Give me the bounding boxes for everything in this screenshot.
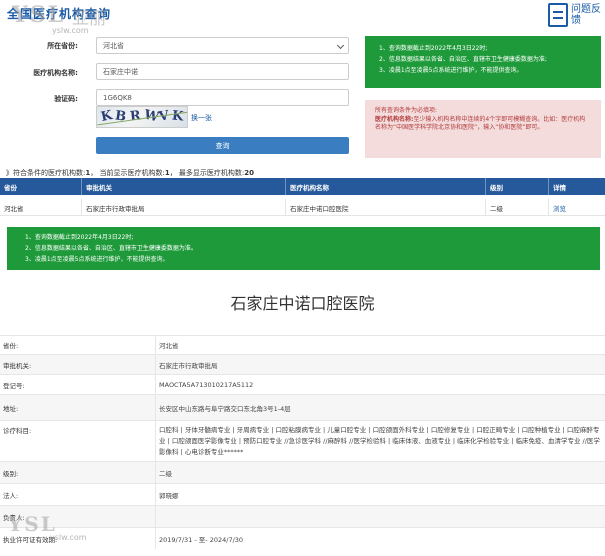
watermark-url: yslw.com	[52, 26, 89, 35]
notice-required-line1: 所有查询条件为必填项:	[375, 107, 438, 114]
chevron-down-icon	[336, 41, 345, 50]
captcha-image[interactable]: K B R W V K	[96, 106, 188, 128]
detail-row-principal: 负责人:	[0, 505, 605, 527]
org-name-label: 医疗机构名称:	[33, 69, 78, 77]
province-select[interactable]: 河北省	[96, 37, 349, 54]
notice-top: 1、查询数据截止到2022年4月3日22时; 2、信息数据结果以各省、自治区、直…	[365, 36, 601, 88]
captcha-input[interactable]: 1G6QK8	[96, 89, 349, 106]
notice-bottom-line: 3、凌晨1点至凌晨5点系统进行维护，不能提供查询。	[25, 256, 169, 263]
detail-label: 省份:	[3, 342, 19, 350]
org-name-input-value: 石家庄中诺	[103, 67, 138, 76]
notice-required: 所有查询条件为必填项: 医疗机构名称:至少输入机构名称中连续的4个字即可模糊查询…	[365, 100, 601, 158]
table-row: 河北省 石家庄市行政审批局 石家庄中诺口腔医院 二级 浏览	[0, 199, 605, 216]
detail-value: 长安区中山东路与阜宁路交口东北角3号1-4层	[155, 395, 603, 420]
feedback-button[interactable]: 问题反馈	[548, 2, 603, 28]
cell-detail: 浏览	[548, 199, 605, 216]
detail-value: 二级	[155, 462, 603, 483]
summary-current-label: ， 当前显示医疗机构数:	[90, 169, 165, 177]
detail-label: 法人:	[3, 491, 19, 500]
notice-bottom: 1、查询数据截止到2022年4月3日22时; 2、信息数据结果以各省、自治区、直…	[7, 227, 600, 270]
detail-row-address: 地址: 长安区中山东路与阜宁路交口东北角3号1-4层	[0, 394, 605, 420]
cell-authority: 石家庄市行政审批局	[81, 199, 285, 216]
watermark-url-bottom: yslw.com	[50, 533, 87, 542]
col-header-detail: 详情	[548, 178, 605, 195]
detail-value: 口腔科 | 牙体牙髓病专业 | 牙周病专业 | 口腔粘膜病专业 | 儿童口腔专业…	[155, 421, 603, 461]
watermark-logo: YSL	[12, 2, 66, 28]
notice-bottom-line: 2、信息数据结果以各省、自治区、直辖市卫生健康委数据为准。	[25, 245, 197, 252]
feedback-label: 问题反馈	[571, 4, 601, 26]
notice-required-line2: 医疗机构名称:至少输入机构名称中连续的4个字即可模糊查询。比如：医疗机构名称为“…	[375, 116, 591, 133]
detail-row-authority: 审批机关: 石家庄市行政审批局	[0, 354, 605, 374]
detail-row-departments: 诊疗科目: 口腔科 | 牙体牙髓病专业 | 牙周病专业 | 口腔粘膜病专业 | …	[0, 420, 605, 461]
summary-prefix: 》符合条件的医疗机构数:	[6, 169, 86, 177]
cell-province: 河北省	[4, 204, 24, 213]
col-header-name: 医疗机构名称	[285, 178, 485, 195]
detail-label: 审批机关:	[3, 361, 32, 370]
detail-row-reg-no: 登记号: MAOCTA5A713010217A5112	[0, 374, 605, 394]
detail-label: 登记号:	[3, 381, 25, 390]
table-header: 省份 审批机关 医疗机构名称 级别 详情	[0, 178, 605, 195]
province-label: 所在省份:	[47, 42, 78, 50]
detail-row-license-validity: 执业许可证有效期: 2019/7/31 - 至- 2024/7/30	[0, 527, 605, 549]
result-summary: 》符合条件的医疗机构数:1， 当前显示医疗机构数:1， 最多显示医疗机构数:20	[6, 168, 254, 178]
detail-row-level: 级别: 二级	[0, 461, 605, 483]
detail-value: 河北省	[155, 336, 603, 354]
detail-value: 郭晓娜	[155, 484, 603, 505]
detail-label: 诊疗科目:	[3, 427, 32, 435]
detail-value: MAOCTA5A713010217A5112	[155, 375, 603, 394]
col-header-authority: 审批机关	[81, 178, 285, 195]
detail-row-province: 省份: 河北省	[0, 335, 605, 354]
summary-max-count: 20	[244, 169, 255, 177]
notice-top-line: 2、信息数据结果以各省、自治区、直辖市卫生健康委数据为准;	[379, 56, 547, 63]
detail-label: 级别:	[3, 469, 19, 478]
detail-label: 地址:	[3, 404, 19, 413]
captcha-input-value: 1G6QK8	[103, 93, 132, 102]
detail-row-legal-person: 法人: 郭晓娜	[0, 483, 605, 505]
browse-link[interactable]: 浏览	[553, 203, 566, 213]
cell-name: 石家庄中诺口腔医院	[285, 199, 485, 216]
notice-top-line: 1、查询数据截止到2022年4月3日22时;	[379, 45, 488, 52]
summary-max-label: ， 最多显示医疗机构数:	[169, 169, 245, 177]
refresh-captcha-link[interactable]: 换一张	[191, 113, 212, 123]
notice-required-label: 医疗机构名称:	[375, 115, 414, 123]
query-button[interactable]: 查询	[96, 137, 349, 154]
col-header-level: 级别	[485, 178, 548, 195]
detail-value: 石家庄市行政审批局	[155, 355, 603, 374]
page-header: 全国医疗机构查询 YSL 亚丽 yslw.com 问题反馈	[0, 0, 605, 35]
col-header-province: 省份	[4, 183, 17, 192]
captcha-char: K	[171, 108, 185, 125]
captcha-label: 验证码:	[54, 95, 78, 103]
detail-value	[155, 506, 603, 527]
notice-top-line: 3、凌晨1点至凌晨5点系统进行维护，不能提供查询。	[379, 67, 523, 74]
document-icon	[548, 3, 568, 27]
detail-value: 2019/7/31 - 至- 2024/7/30	[155, 528, 603, 549]
org-name-input[interactable]: 石家庄中诺	[96, 63, 349, 80]
province-select-value: 河北省	[103, 41, 124, 50]
captcha-char: R	[129, 108, 142, 125]
notice-bottom-line: 1、查询数据截止到2022年4月3日22时;	[25, 234, 134, 241]
detail-title: 石家庄中诺口腔医院	[230, 294, 375, 313]
cell-level: 二级	[485, 199, 548, 216]
